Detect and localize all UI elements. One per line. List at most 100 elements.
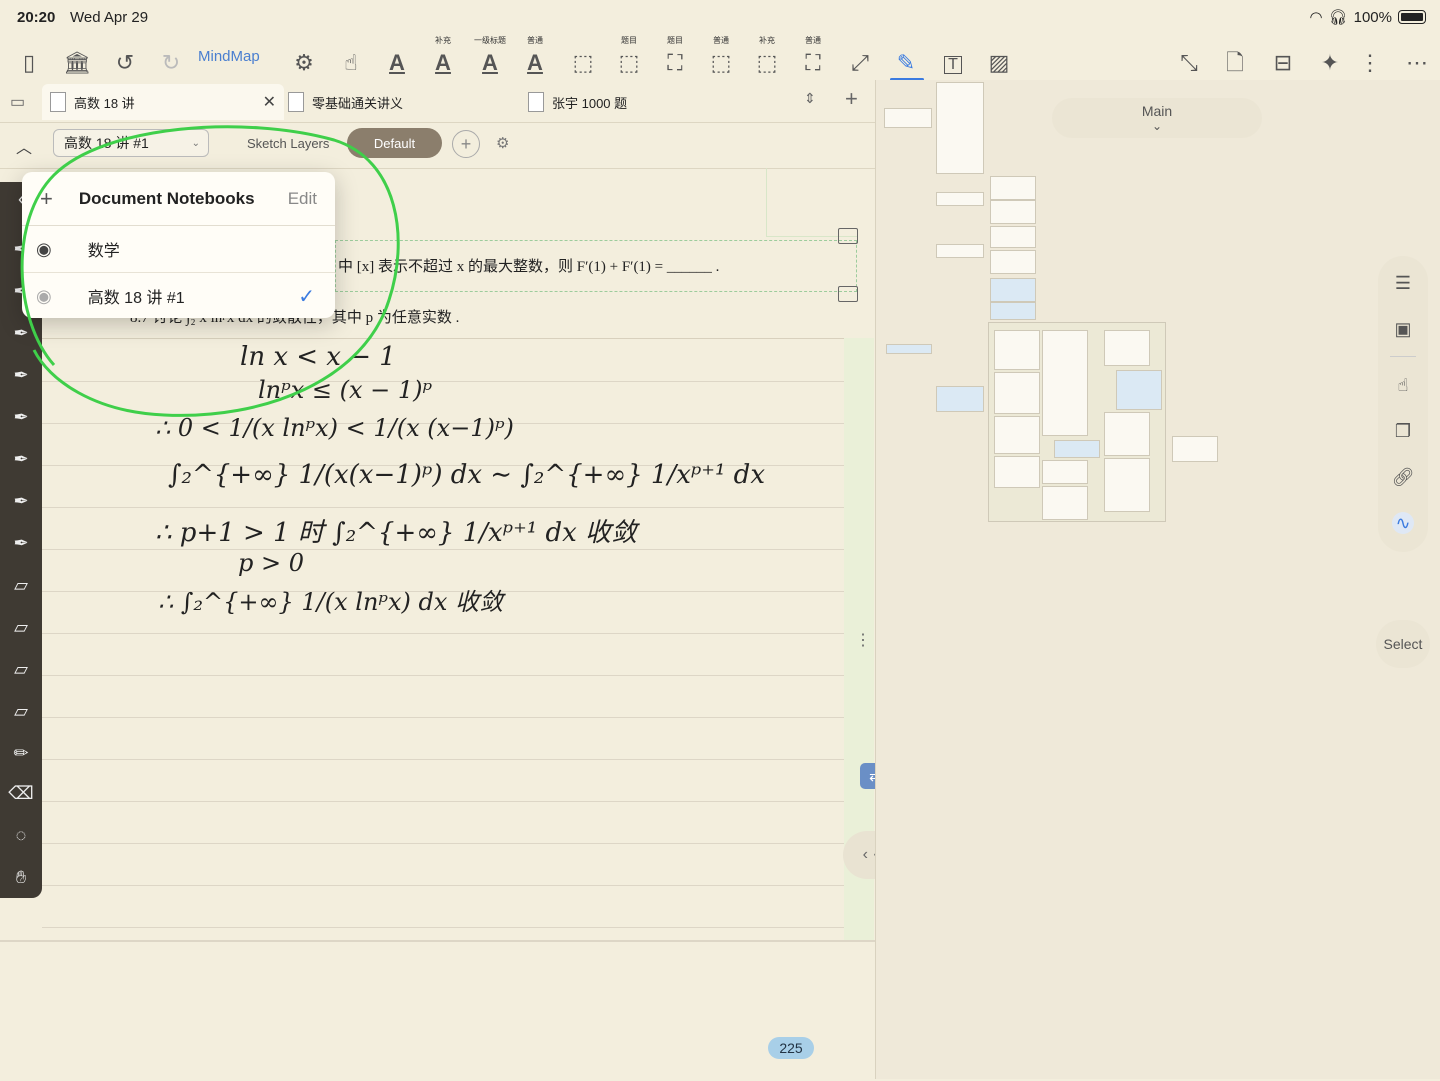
- battery-percent: 100%: [1353, 8, 1392, 26]
- main-map-selector[interactable]: Main ⌄: [1052, 98, 1262, 138]
- highlighter-4-icon[interactable]: ▱: [10, 700, 32, 722]
- bookmark-icon[interactable]: ⊟: [1270, 34, 1296, 80]
- document-icon: [288, 92, 304, 112]
- mindmap-node[interactable]: [994, 416, 1040, 454]
- highlighter-1-icon[interactable]: ▱: [10, 574, 32, 596]
- pdf-region-frame: [766, 168, 857, 237]
- eraser-icon[interactable]: ⌫: [8, 782, 33, 804]
- more-horizontal-icon[interactable]: ⋯: [1404, 34, 1430, 80]
- hand-pointer-icon[interactable]: ☝︎: [1392, 374, 1414, 396]
- mindmap-node[interactable]: [1104, 412, 1150, 456]
- pen-7-icon[interactable]: ✒︎: [10, 490, 32, 512]
- layer-settings-icon[interactable]: ⚙︎: [496, 134, 509, 152]
- handwriting-line-5: ∴ p+1 > 1 时 ∫₂^{+∞} 1/xᵖ⁺¹ dx 收敛: [155, 518, 638, 548]
- mindmap-node[interactable]: [994, 330, 1040, 370]
- mindmap-node[interactable]: [936, 82, 984, 174]
- tab-label: 零基础通关讲义: [312, 95, 404, 111]
- mindmap-node[interactable]: [994, 456, 1040, 488]
- resize-handle-icon[interactable]: ⋮: [855, 630, 871, 650]
- collapse-icon[interactable]: ⤡: [1176, 34, 1202, 80]
- mindmap-node[interactable]: [990, 250, 1036, 274]
- tab-label: 高数 18 讲: [74, 95, 135, 111]
- pen-icon[interactable]: ✎: [892, 34, 920, 80]
- add-layer-icon[interactable]: +: [452, 130, 480, 158]
- mindmap-node[interactable]: [1042, 330, 1088, 436]
- add-tab-icon[interactable]: +: [845, 86, 858, 112]
- handwriting-line-6: p > 0: [238, 549, 304, 577]
- select-button[interactable]: Select: [1376, 620, 1430, 668]
- next-page-area[interactable]: [0, 940, 875, 1081]
- mindmap-node[interactable]: [936, 386, 984, 412]
- text-style-icon[interactable]: A: [384, 34, 410, 80]
- resize-icon[interactable]: ⤢: [846, 34, 874, 80]
- mindmap-node[interactable]: [936, 244, 984, 258]
- area-preset-1-icon[interactable]: 题目 ⛶: [662, 34, 688, 80]
- frame-preset-1-icon[interactable]: 题目 ⬚: [616, 34, 642, 80]
- mindmap-node[interactable]: [1116, 370, 1162, 410]
- handwriting-line-7: ∴ ∫₂^{+∞} 1/(x lnᵖx) dx 收敛: [158, 588, 504, 616]
- pencil-icon[interactable]: ✏︎: [10, 742, 32, 764]
- mindmap-node[interactable]: [1042, 486, 1088, 520]
- copy-icon[interactable]: ❐: [1392, 420, 1414, 442]
- mindmap-node[interactable]: [990, 278, 1036, 302]
- settings-wheel-icon[interactable]: ⚙︎: [290, 34, 318, 80]
- pen-6-icon[interactable]: ✒︎: [10, 448, 32, 470]
- list-icon[interactable]: ☰: [1392, 272, 1414, 294]
- image-icon[interactable]: ▨: [986, 34, 1012, 80]
- mindmap-node[interactable]: [886, 344, 932, 354]
- mindmap-node[interactable]: [990, 226, 1036, 248]
- mindmap-node[interactable]: [1104, 330, 1150, 366]
- library-icon[interactable]: 🏛︎: [63, 34, 91, 80]
- frame-preset-2-icon[interactable]: 普通 ⬚: [708, 34, 734, 80]
- mindmap-node[interactable]: [936, 192, 984, 206]
- mindmap-node[interactable]: [1054, 440, 1100, 458]
- sidebar-toggle-icon[interactable]: ▯: [16, 34, 42, 80]
- style-preset-1-icon[interactable]: 补充 A: [430, 34, 456, 80]
- tab-zhangyu-1000[interactable]: 张宇 1000 题: [528, 84, 758, 120]
- mindmap-button[interactable]: MindMap: [198, 48, 260, 65]
- split-view-icon[interactable]: ▭: [10, 92, 25, 112]
- mindmap-pane[interactable]: [875, 80, 1440, 1079]
- page-number-badge[interactable]: 225: [768, 1037, 814, 1059]
- tab-lingjichu[interactable]: 零基础通关讲义: [288, 84, 518, 120]
- reorder-icon[interactable]: ⇕: [804, 90, 816, 107]
- close-icon[interactable]: ✕: [263, 92, 276, 112]
- mindmap-node[interactable]: [990, 302, 1036, 320]
- area-preset-2-icon[interactable]: 普通 ⛶: [800, 34, 826, 80]
- document-icon: [50, 92, 66, 112]
- sparkle-ai-icon[interactable]: ✦: [1316, 34, 1344, 80]
- pen-8-icon[interactable]: ✒︎: [10, 532, 32, 554]
- style-preset-3-icon[interactable]: 普通 A: [522, 34, 548, 80]
- mindmap-node[interactable]: [1042, 460, 1088, 484]
- hand-pointer-icon[interactable]: ☝︎: [338, 34, 364, 80]
- tab-gaoshu-18[interactable]: 高数 18 讲 ✕: [42, 84, 284, 120]
- frame-preset-3-icon[interactable]: 补充 ⬚: [754, 34, 780, 80]
- mindmap-node[interactable]: [994, 372, 1040, 414]
- highlighter-2-icon[interactable]: ▱: [10, 616, 32, 638]
- mindmap-node[interactable]: [1172, 436, 1218, 462]
- divider: [1390, 356, 1416, 357]
- date: Wed Apr 29: [70, 9, 149, 26]
- layout-icon[interactable]: ▣: [1392, 318, 1414, 340]
- redo-icon[interactable]: ↻: [158, 34, 184, 80]
- block-handle-top-icon[interactable]: [838, 228, 858, 244]
- mindmap-node[interactable]: [990, 200, 1036, 224]
- link-icon[interactable]: 🔗︎: [1392, 466, 1415, 488]
- style-preset-2-icon[interactable]: 一级标题 A: [472, 34, 508, 80]
- tab-label: 张宇 1000 题: [552, 95, 628, 111]
- scribble-icon[interactable]: ∿: [1392, 512, 1414, 534]
- clock: 20:20: [17, 9, 56, 26]
- undo-icon[interactable]: ↺: [112, 34, 138, 80]
- block-handle-bottom-icon[interactable]: [838, 286, 858, 302]
- text-box-icon[interactable]: T: [940, 34, 966, 80]
- frame-icon[interactable]: ⬚: [570, 34, 596, 80]
- highlighter-3-icon[interactable]: ▱: [10, 658, 32, 680]
- hand-gesture-icon[interactable]: ✋︎: [10, 866, 32, 888]
- search-doc-icon[interactable]: 🗋︎: [1222, 34, 1248, 80]
- mindmap-node[interactable]: [1104, 458, 1150, 512]
- annotation-circle: [20, 125, 400, 417]
- mindmap-node[interactable]: [990, 176, 1036, 200]
- mindmap-node[interactable]: [884, 108, 932, 128]
- more-vertical-icon[interactable]: ⋮: [1359, 34, 1381, 80]
- lasso-icon[interactable]: ◌: [10, 824, 32, 846]
